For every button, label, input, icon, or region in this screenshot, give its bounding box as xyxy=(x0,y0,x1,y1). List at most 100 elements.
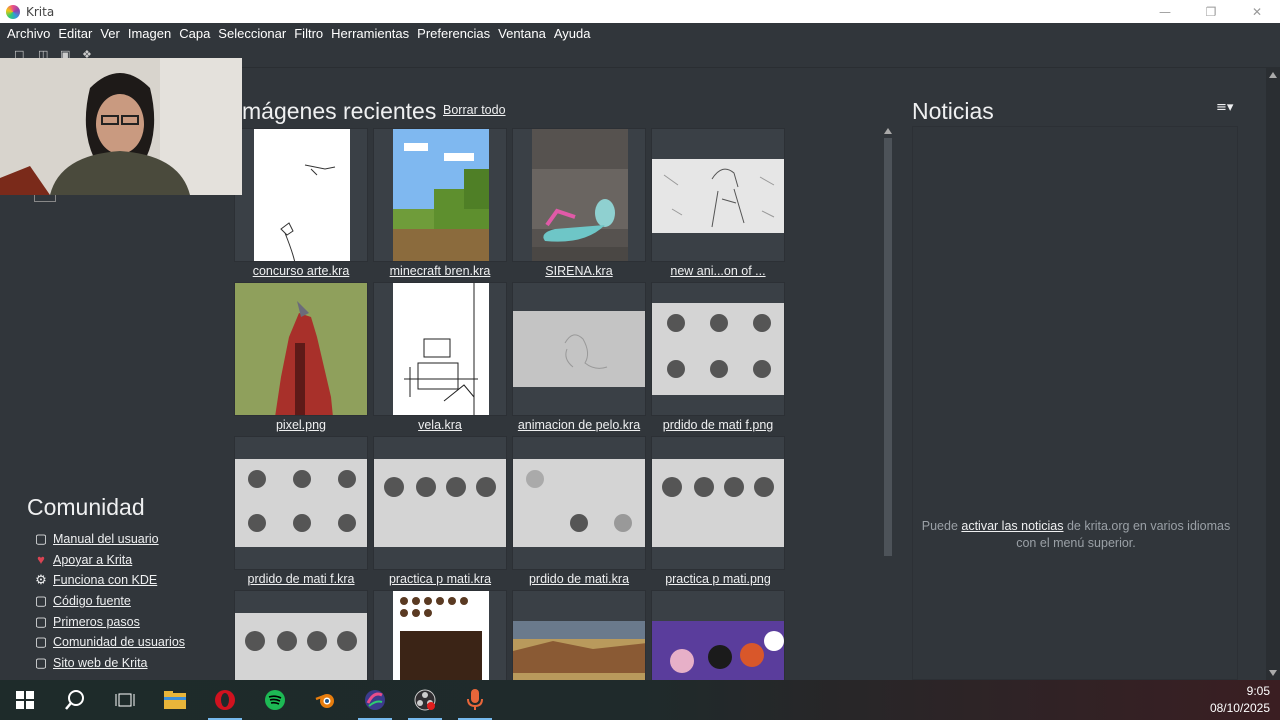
recent-item-name[interactable]: new ani...on of ... xyxy=(651,264,785,278)
link-krita-website[interactable]: ▢ Sito web de Krita xyxy=(27,653,185,674)
task-view-button[interactable] xyxy=(100,680,150,720)
thumbnail[interactable] xyxy=(234,590,368,680)
recent-item-name[interactable]: pixel.png xyxy=(234,418,368,432)
scrollbar-thumb[interactable] xyxy=(884,138,892,556)
file-explorer-button[interactable] xyxy=(150,680,200,720)
recent-item[interactable]: animacion de pelo.kra xyxy=(512,282,646,434)
thumbnail[interactable] xyxy=(373,436,507,570)
link-label[interactable]: Funciona con KDE xyxy=(53,573,157,587)
link-user-community[interactable]: ▢ Comunidad de usuarios xyxy=(27,632,185,653)
link-label[interactable]: Primeros pasos xyxy=(53,615,140,629)
menu-ayuda[interactable]: Ayuda xyxy=(550,26,595,41)
recent-grid-scrollbar[interactable] xyxy=(882,126,894,680)
thumbnail[interactable] xyxy=(234,128,368,262)
link-label[interactable]: Sito web de Krita xyxy=(53,656,148,670)
recent-item[interactable]: pixel.png xyxy=(234,282,368,434)
page-scrollbar[interactable] xyxy=(1266,68,1280,680)
menu-bar: Archivo Editar Ver Imagen Capa Seleccion… xyxy=(0,23,1280,43)
thumbnail[interactable] xyxy=(373,590,507,680)
recent-item-name[interactable]: animacion de pelo.kra xyxy=(512,418,646,432)
system-clock[interactable]: 9:05 08/10/2025 xyxy=(1210,683,1270,717)
recent-item[interactable]: minecraft bren.kra xyxy=(373,128,507,280)
voice-recorder-button[interactable] xyxy=(450,680,500,720)
menu-archivo[interactable]: Archivo xyxy=(3,26,54,41)
link-label[interactable]: Manual del usuario xyxy=(53,532,159,546)
thumbnail[interactable] xyxy=(373,282,507,416)
clock-date: 08/10/2025 xyxy=(1209,701,1270,715)
obs-button[interactable] xyxy=(400,680,450,720)
link-label[interactable]: Comunidad de usuarios xyxy=(53,635,185,649)
thumbnail[interactable] xyxy=(651,590,785,680)
recent-item-name[interactable]: prdido de mati f.png xyxy=(651,418,785,432)
menu-preferencias[interactable]: Preferencias xyxy=(413,26,494,41)
recent-item-name[interactable]: minecraft bren.kra xyxy=(373,264,507,278)
recent-item-name[interactable]: prdido de mati f.kra xyxy=(234,572,368,586)
opera-button[interactable] xyxy=(200,680,250,720)
link-powered-by-kde[interactable]: ⚙ Funciona con KDE xyxy=(27,570,185,591)
recent-item[interactable]: prdido de mati f.png xyxy=(651,282,785,434)
spotify-button[interactable] xyxy=(250,680,300,720)
recent-item[interactable] xyxy=(234,590,368,680)
blender-button[interactable] xyxy=(300,680,350,720)
link-label[interactable]: Apoyar a Krita xyxy=(53,553,132,567)
recent-item[interactable]: new ani...on of ... xyxy=(651,128,785,280)
clear-recent-link[interactable]: Borrar todo xyxy=(443,103,506,117)
spotify-icon xyxy=(265,690,285,710)
recent-item[interactable]: practica p mati.png xyxy=(651,436,785,588)
recent-item-name[interactable]: prdido de mati.kra xyxy=(512,572,646,586)
thumbnail[interactable] xyxy=(512,282,646,416)
recent-item[interactable]: practica p mati.kra xyxy=(373,436,507,588)
thumbnail[interactable] xyxy=(651,436,785,570)
link-source-code[interactable]: ▢ Código fuente xyxy=(27,591,185,612)
bookmark-icon: ▢ xyxy=(34,613,48,629)
menu-filtro[interactable]: Filtro xyxy=(290,26,327,41)
recent-item-name[interactable]: SIRENA.kra xyxy=(512,264,646,278)
recent-item[interactable] xyxy=(651,590,785,680)
menu-seleccionar[interactable]: Seleccionar xyxy=(214,26,290,41)
minimize-icon[interactable]: — xyxy=(1142,0,1188,23)
thumbnail[interactable] xyxy=(651,282,785,416)
menu-herramientas[interactable]: Herramientas xyxy=(327,26,413,41)
thumbnail[interactable] xyxy=(512,436,646,570)
scroll-up-icon[interactable] xyxy=(884,128,892,134)
thumbnail[interactable] xyxy=(512,128,646,262)
recent-item-name[interactable]: concurso arte.kra xyxy=(234,264,368,278)
thumbnail[interactable] xyxy=(373,128,507,262)
recent-item[interactable]: vela.kra xyxy=(373,282,507,434)
recent-item-name[interactable]: practica p mati.kra xyxy=(373,572,507,586)
recent-item-name[interactable]: practica p mati.png xyxy=(651,572,785,586)
link-user-manual[interactable]: ▢ Manual del usuario xyxy=(27,529,185,550)
krita-button[interactable] xyxy=(350,680,400,720)
recent-item[interactable]: prdido de mati.kra xyxy=(512,436,646,588)
scroll-down-icon[interactable] xyxy=(1269,670,1277,676)
search-icon xyxy=(65,690,84,710)
recent-item[interactable]: prdido de mati f.kra xyxy=(234,436,368,588)
start-button[interactable] xyxy=(0,680,50,720)
scroll-up-icon[interactable] xyxy=(1269,72,1277,78)
recent-item[interactable] xyxy=(512,590,646,680)
recent-item[interactable] xyxy=(373,590,507,680)
taskbar xyxy=(0,680,1280,720)
menu-editar[interactable]: Editar xyxy=(54,26,96,41)
recent-item-name[interactable]: vela.kra xyxy=(373,418,507,432)
enable-news-link[interactable]: activar las noticias xyxy=(961,519,1063,533)
link-support-krita[interactable]: ♥ Apoyar a Krita xyxy=(27,550,185,571)
community-title: Comunidad xyxy=(27,494,145,520)
thumbnail[interactable] xyxy=(234,436,368,570)
link-label[interactable]: Código fuente xyxy=(53,594,131,608)
thumbnail[interactable] xyxy=(234,282,368,416)
news-menu-icon[interactable]: ≡▾ xyxy=(1216,100,1233,115)
close-icon[interactable]: ✕ xyxy=(1234,0,1280,23)
recent-item[interactable]: SIRENA.kra xyxy=(512,128,646,280)
menu-ventana[interactable]: Ventana xyxy=(494,26,550,41)
link-getting-started[interactable]: ▢ Primeros pasos xyxy=(27,611,185,632)
menu-ver[interactable]: Ver xyxy=(96,26,124,41)
recent-item[interactable]: concurso arte.kra xyxy=(234,128,368,280)
maximize-icon[interactable]: ❐ xyxy=(1188,0,1234,23)
menu-imagen[interactable]: Imagen xyxy=(124,26,175,41)
search-button[interactable] xyxy=(50,680,100,720)
thumbnail[interactable] xyxy=(512,590,646,680)
menu-capa[interactable]: Capa xyxy=(175,26,214,41)
bookmark-icon: ▢ xyxy=(34,634,48,650)
thumbnail[interactable] xyxy=(651,128,785,262)
